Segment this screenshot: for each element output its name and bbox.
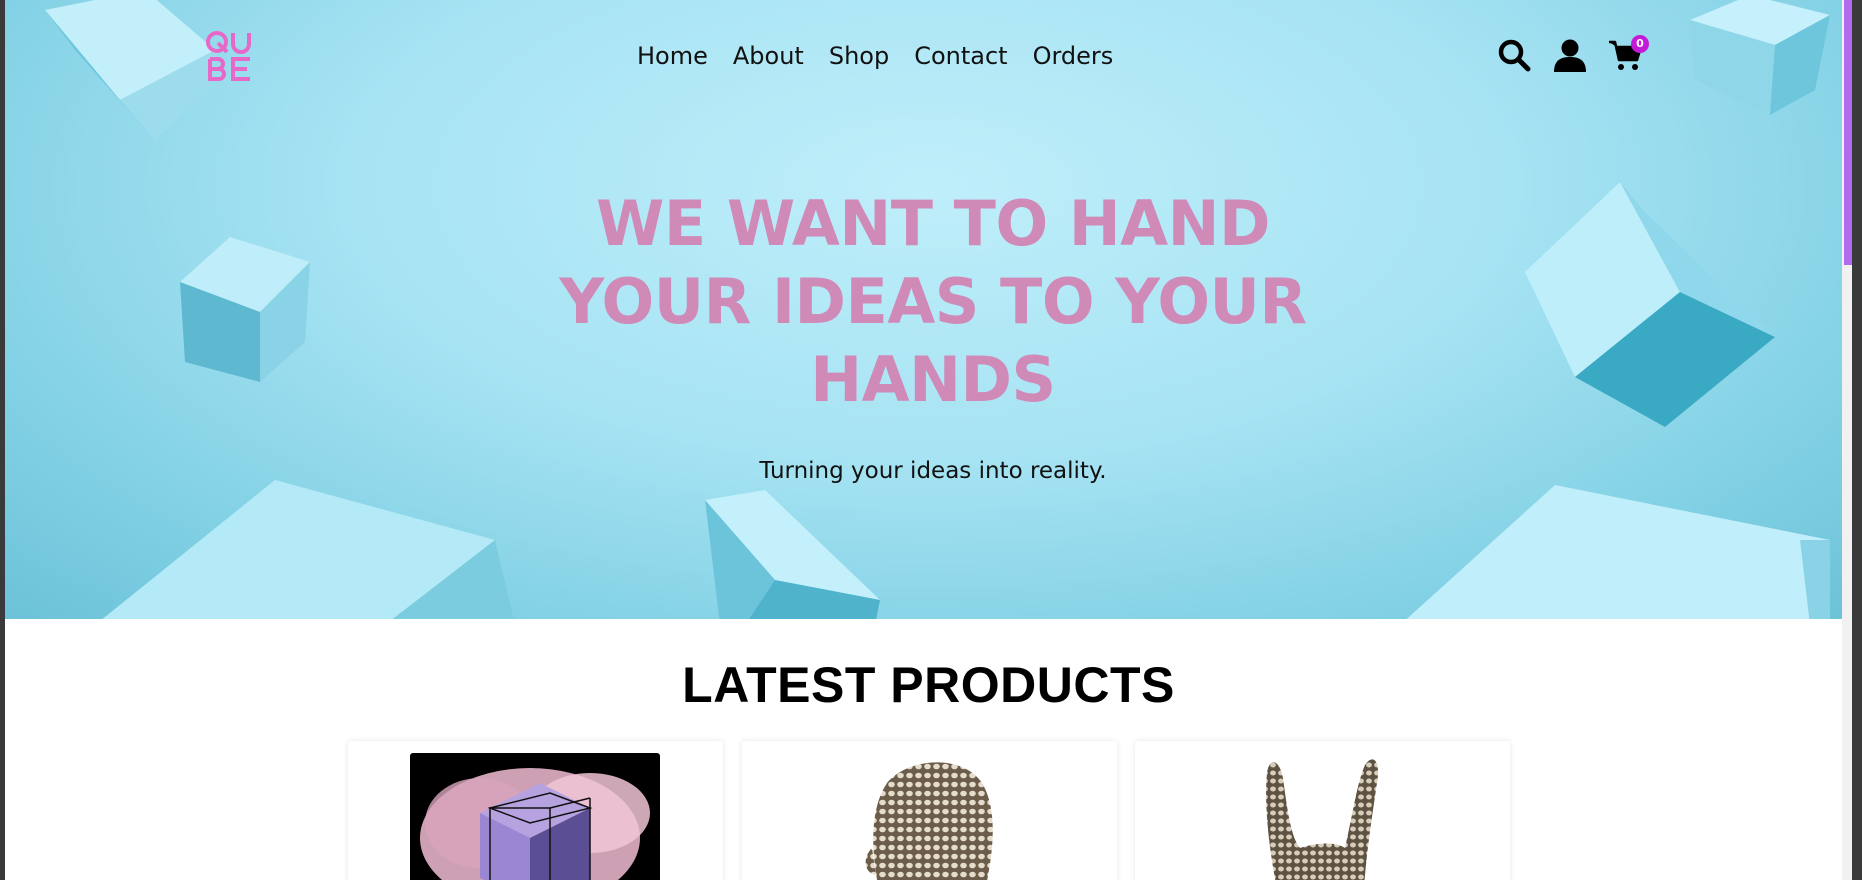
decor-cube-bottom-left: [102, 480, 514, 619]
hero-subtitle: Turning your ideas into reality.: [759, 458, 1107, 484]
product-card[interactable]: [742, 741, 1117, 880]
abstract-cube-image: [410, 753, 660, 880]
user-icon[interactable]: [1553, 38, 1587, 72]
voronoi-head-image: [865, 762, 993, 880]
decor-cube-bottom-center: [705, 490, 880, 619]
nav-orders[interactable]: Orders: [1033, 42, 1114, 70]
nav-contact[interactable]: Contact: [914, 42, 1007, 70]
decor-cube-left: [180, 237, 310, 382]
qube-logo[interactable]: [205, 30, 255, 82]
hero-section: Home About Shop Contact Orders 0 WE WANT…: [5, 0, 1852, 619]
nav-home[interactable]: Home: [637, 42, 708, 70]
nav-about[interactable]: About: [733, 42, 804, 70]
decor-cube-top-right: [1690, 0, 1830, 115]
search-icon[interactable]: [1497, 38, 1531, 72]
product-card[interactable]: [1135, 741, 1510, 880]
decor-cube-right: [1525, 182, 1775, 427]
product-card[interactable]: [348, 741, 723, 880]
latest-products-title: LATEST PRODUCTS: [682, 657, 1175, 713]
voronoi-hand-image: [1266, 759, 1378, 880]
nav-shop[interactable]: Shop: [829, 42, 889, 70]
scrollbar-thumb[interactable]: [1844, 0, 1852, 265]
page: Home About Shop Contact Orders 0 WE WANT…: [5, 0, 1852, 880]
page-scrollbar[interactable]: [1842, 0, 1852, 880]
hero-headline: WE WANT TO HAND YOUR IDEAS TO YOUR HANDS: [559, 187, 1307, 416]
decor-cube-bottom-right: [1406, 485, 1830, 619]
cart-count-badge: 0: [1631, 35, 1649, 53]
main-nav: Home About Shop Contact Orders: [637, 42, 1113, 70]
header-icons: 0: [1497, 35, 1649, 72]
cart-button[interactable]: 0: [1609, 35, 1649, 72]
